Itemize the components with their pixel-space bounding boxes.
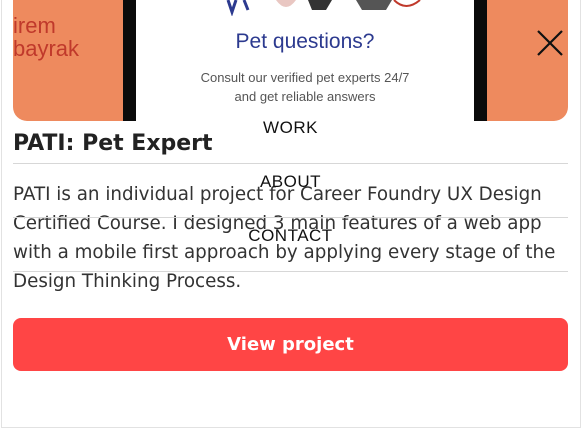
brand-logo: irem bayrak xyxy=(13,14,79,60)
nav-menu: WORK ABOUT CONTACT xyxy=(13,110,568,272)
view-project-button[interactable]: View project xyxy=(13,318,568,371)
close-icon[interactable] xyxy=(535,28,565,58)
phone-mockup: Pet questions? Consult our verified pet … xyxy=(123,0,487,121)
nav-item-about[interactable]: ABOUT xyxy=(13,164,568,218)
mockup-subtitle-line-1: Consult our verified pet experts 24/7 xyxy=(200,70,410,85)
mockup-subtitle: Consult our verified pet experts 24/7 an… xyxy=(136,68,474,106)
nav-item-contact[interactable]: CONTACT xyxy=(13,218,568,272)
mockup-subtitle-line-2: and get reliable answers xyxy=(234,89,376,104)
pets-illustration xyxy=(226,0,421,16)
project-image-card[interactable]: irem bayrak Pet questions? Consult our v… xyxy=(13,0,568,121)
brand-line-1: irem xyxy=(13,13,56,38)
nav-item-work[interactable]: WORK xyxy=(13,110,568,164)
brand-line-2: bayrak xyxy=(13,36,80,61)
mockup-title: Pet questions? xyxy=(235,30,375,53)
